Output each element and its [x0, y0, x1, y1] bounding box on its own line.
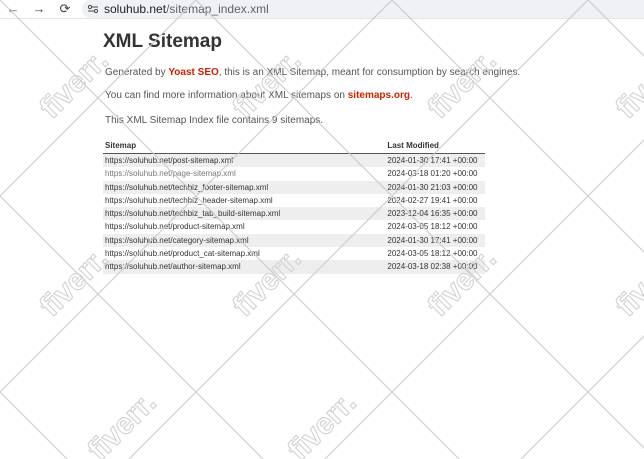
- last-modified-column-header: Last Modified: [385, 139, 485, 154]
- site-info-icon[interactable]: [82, 4, 104, 14]
- page-title: XML Sitemap: [103, 31, 222, 52]
- table-row: https://soluhub.net/techbiz_tab_build-si…: [103, 207, 485, 221]
- watermark-text: fiverr.: [282, 386, 363, 459]
- last-modified-cell: 2024-03-18 02:38 +00:00: [385, 260, 485, 274]
- sitemap-cell: https://soluhub.net/techbiz_footer-sitem…: [103, 180, 386, 194]
- table-header-row: Sitemap Last Modified: [103, 139, 485, 154]
- watermark-text: fiverr.: [34, 44, 115, 125]
- browser-toolbar: ← → ⟳ soluhub.net/sitemap_index.xml: [0, 0, 644, 19]
- watermark-text: fiverr.: [422, 44, 503, 125]
- table-row: https://soluhub.net/techbiz_header-sitem…: [103, 194, 485, 207]
- last-modified-cell: 2024-03-05 18:12 +00:00: [387, 249, 478, 259]
- sitemap-link[interactable]: https://soluhub.net/techbiz_tab_build-si…: [105, 209, 280, 218]
- address-bar[interactable]: soluhub.net/sitemap_index.xml: [82, 0, 644, 18]
- table-row: https://soluhub.net/author-sitemap.xml 2…: [103, 260, 485, 274]
- table-row: https://soluhub.net/product_cat-sitemap.…: [103, 247, 485, 260]
- table-row: https://soluhub.net/techbiz_footer-sitem…: [103, 180, 485, 194]
- sitemap-link[interactable]: https://soluhub.net/product_cat-sitemap.…: [105, 249, 260, 258]
- last-modified-cell: 2024-02-27 19:41 +00:00: [387, 195, 478, 205]
- generated-prefix: Generated by: [105, 67, 169, 78]
- sitemaps-org-link[interactable]: sitemaps.org: [348, 90, 410, 101]
- url-path: /sitemap_index.xml: [166, 2, 269, 16]
- last-modified-cell: 2024-01-30 17:41 +00:00: [385, 233, 485, 248]
- more-info-text: You can find more information about XML …: [105, 90, 413, 101]
- sitemap-cell: https://soluhub.net/product_cat-sitemap.…: [103, 247, 385, 260]
- reload-icon: ⟳: [59, 1, 71, 16]
- table-row: https://soluhub.net/page-sitemap.xml 202…: [103, 167, 485, 180]
- sitemap-cell: https://soluhub.net/category-sitemap.xml: [103, 233, 386, 248]
- generated-by-text: Generated by Yoast SEO, this is an XML S…: [105, 67, 520, 78]
- forward-arrow-icon: →: [32, 1, 46, 16]
- more-info-prefix: You can find more information about XML …: [105, 90, 348, 101]
- yoast-seo-link[interactable]: Yoast SEO: [168, 67, 218, 78]
- table-row: https://soluhub.net/category-sitemap.xml…: [103, 233, 485, 248]
- back-arrow-icon: ←: [6, 1, 20, 16]
- forward-button[interactable]: →: [26, 0, 52, 18]
- watermark-text: fiverr.: [610, 242, 644, 323]
- watermark-text: fiverr.: [82, 386, 163, 459]
- sitemap-link[interactable]: https://soluhub.net/techbiz_footer-sitem…: [105, 183, 268, 192]
- sitemap-link[interactable]: https://soluhub.net/page-sitemap.xml: [105, 169, 236, 178]
- watermark-text: fiverr.: [227, 44, 308, 125]
- sitemap-cell: https://soluhub.net/product-sitemap.xml: [103, 220, 385, 233]
- last-modified-cell: 2023-12-04 16:35 +00:00: [385, 207, 485, 221]
- sitemap-cell: https://soluhub.net/techbiz_header-sitem…: [103, 194, 385, 207]
- generated-suffix: , this is an XML Sitemap, meant for cons…: [218, 67, 521, 78]
- more-info-suffix: .: [409, 90, 413, 101]
- url-domain: soluhub.net: [104, 2, 167, 16]
- sitemap-link[interactable]: https://soluhub.net/techbiz_header-sitem…: [105, 196, 273, 205]
- reload-button[interactable]: ⟳: [52, 0, 78, 18]
- sitemap-link[interactable]: https://soluhub.net/category-sitemap.xml: [105, 236, 249, 245]
- table-row: https://soluhub.net/product-sitemap.xml …: [103, 220, 485, 233]
- watermark-text: fiverr.: [610, 44, 644, 125]
- sitemap-cell: https://soluhub.net/techbiz_tab_build-si…: [103, 207, 386, 221]
- table-row: https://soluhub.net/post-sitemap.xml 202…: [103, 153, 485, 168]
- sitemap-cell: https://soluhub.net/author-sitemap.xml: [103, 260, 386, 274]
- sitemap-link[interactable]: https://soluhub.net/post-sitemap.xml: [105, 156, 233, 165]
- sitemap-table: Sitemap Last Modified https://soluhub.ne…: [103, 139, 485, 274]
- last-modified-cell: 2024-03-05 18:12 +00:00: [387, 222, 478, 232]
- sitemap-link[interactable]: https://soluhub.net/product-sitemap.xml: [105, 222, 245, 231]
- back-button[interactable]: ←: [0, 0, 26, 18]
- sitemap-link[interactable]: https://soluhub.net/author-sitemap.xml: [105, 262, 241, 271]
- sitemap-cell: https://soluhub.net/post-sitemap.xml: [103, 153, 386, 168]
- sitemap-cell: https://soluhub.net/page-sitemap.xml: [103, 167, 385, 180]
- sitemap-count-text: This XML Sitemap Index file contains 9 s…: [105, 115, 324, 126]
- url-text[interactable]: soluhub.net/sitemap_index.xml: [104, 2, 269, 16]
- last-modified-cell: 2024-03-18 01:20 +00:00: [387, 169, 478, 179]
- last-modified-cell: 2024-01-30 21:03 +00:00: [385, 180, 485, 194]
- sitemap-column-header: Sitemap: [103, 139, 386, 154]
- last-modified-cell: 2024-01-30 17:41 +00:00: [385, 153, 485, 168]
